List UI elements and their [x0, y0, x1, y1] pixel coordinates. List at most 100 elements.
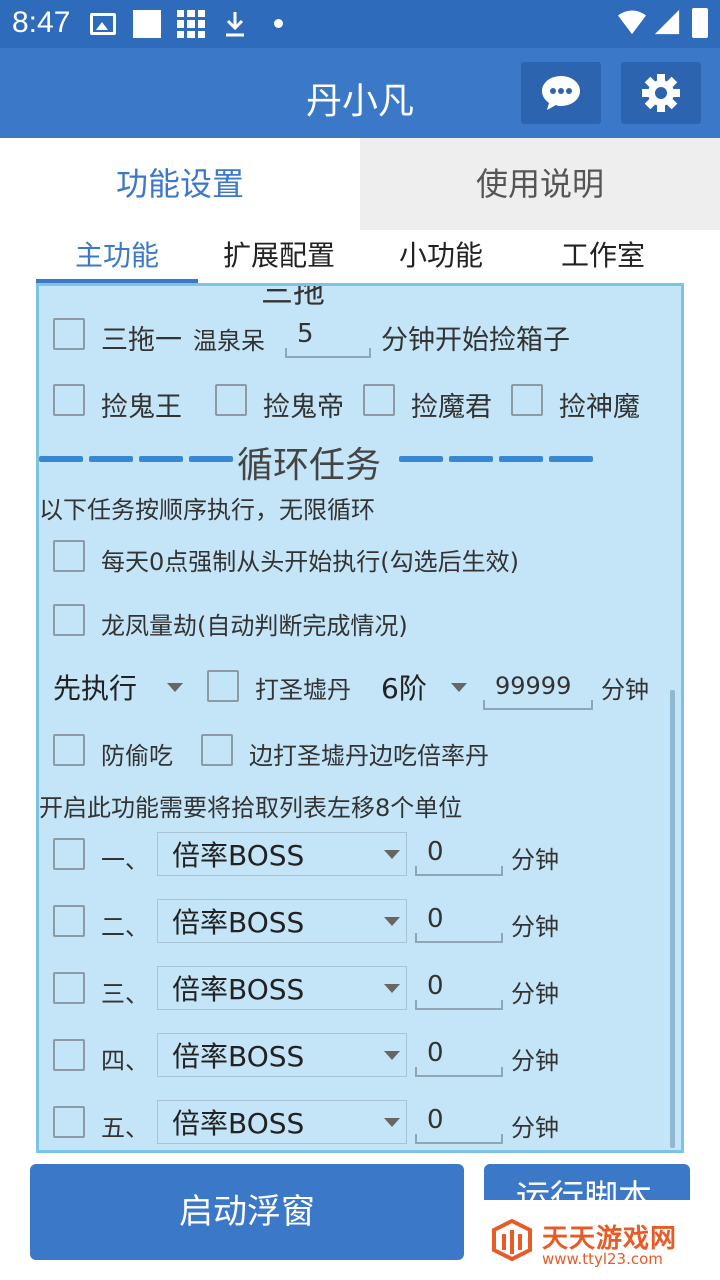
holy-ruins-level-dropdown[interactable]: 6阶 — [367, 664, 473, 710]
dropdown-arrow-icon — [167, 683, 183, 692]
task-4-index: 四、 — [101, 1047, 149, 1075]
settings-button[interactable] — [621, 62, 701, 124]
daily-reset-label: 每天0点强制从头开始执行(勾选后生效) — [101, 548, 519, 576]
task-2-minutes-input[interactable]: 0 — [415, 899, 503, 943]
task-2-selected: 倍率BOSS — [172, 906, 305, 939]
dropdown-arrow-icon — [384, 984, 400, 993]
top-tab-bar: 功能设置 使用说明 — [0, 138, 720, 230]
task-5-selected: 倍率BOSS — [172, 1107, 305, 1140]
pick-god-demon-label: 捡神魔 — [559, 392, 640, 423]
task-5-index: 五、 — [101, 1114, 149, 1142]
task-2-dropdown[interactable]: 倍率BOSS — [157, 899, 407, 943]
pick-ghost-emperor-label: 捡鬼帝 — [263, 392, 344, 423]
eat-multiplier-checkbox[interactable] — [201, 734, 233, 766]
task-3-checkbox[interactable] — [53, 972, 85, 1004]
status-time: 8:47 — [12, 6, 71, 39]
settings-panel[interactable]: 三拖 三拖一 温泉呆 5 分钟开始捡箱子 捡鬼王 捡鬼帝 捡魔君 捡神魔 循环任… — [36, 283, 684, 1153]
start-float-window-button[interactable]: 启动浮窗 — [30, 1164, 464, 1260]
pick-ghost-emperor-checkbox[interactable] — [215, 384, 247, 416]
task-1-selected: 倍率BOSS — [172, 839, 305, 872]
chat-button[interactable] — [521, 62, 601, 124]
notification-dot-icon — [274, 19, 283, 28]
holy-ruins-minutes-input[interactable]: 99999 — [483, 666, 593, 710]
status-bar: 8:47 — [0, 0, 720, 48]
wifi-icon — [618, 10, 646, 35]
watermark-logo-icon — [492, 1218, 532, 1262]
pick-ghost-king-label: 捡鬼王 — [101, 392, 182, 423]
three-drag-suffix: 分钟开始捡箱子 — [381, 325, 570, 356]
task-4-selected: 倍率BOSS — [172, 1040, 305, 1073]
subtab-studio[interactable]: 工作室 — [522, 232, 684, 284]
three-drag-checkbox[interactable] — [53, 318, 85, 350]
battery-icon — [692, 8, 708, 38]
loop-task-heading: 循环任务 — [237, 445, 382, 486]
three-drag-label: 三拖一 — [101, 325, 182, 356]
subtab-extended-config[interactable]: 扩展配置 — [198, 232, 360, 284]
task-1-minutes-input[interactable]: 0 — [415, 832, 503, 876]
task-1-checkbox[interactable] — [53, 838, 85, 870]
loop-note: 以下任务按顺序执行，无限循环 — [39, 496, 375, 524]
dragon-phoenix-label: 龙凤量劫(自动判断完成情况) — [101, 612, 408, 640]
dropdown-arrow-icon — [384, 850, 400, 859]
task-1-index: 一、 — [101, 846, 149, 874]
task-3-unit: 分钟 — [511, 980, 559, 1008]
shift-note: 开启此功能需要将拾取列表左移8个单位 — [39, 794, 463, 822]
task-2-unit: 分钟 — [511, 913, 559, 941]
anti-steal-checkbox[interactable] — [53, 734, 85, 766]
subtab-small-functions[interactable]: 小功能 — [360, 232, 522, 284]
task-1-unit: 分钟 — [511, 846, 559, 874]
holy-ruins-unit: 分钟 — [601, 676, 649, 704]
task-4-minutes-input[interactable]: 0 — [415, 1033, 503, 1077]
task-3-index: 三、 — [101, 980, 149, 1008]
subtab-main-function[interactable]: 主功能 — [36, 232, 198, 284]
eat-multiplier-label: 边打圣墟丹边吃倍率丹 — [249, 742, 489, 770]
pick-demon-lord-checkbox[interactable] — [363, 384, 395, 416]
anti-steal-label: 防偷吃 — [101, 742, 173, 770]
dropdown-arrow-icon — [384, 917, 400, 926]
tab-feature-settings[interactable]: 功能设置 — [0, 138, 360, 230]
holy-ruins-checkbox[interactable] — [207, 670, 239, 702]
task-5-checkbox[interactable] — [53, 1106, 85, 1138]
task-3-minutes-input[interactable]: 0 — [415, 966, 503, 1010]
three-drag-minutes-input[interactable]: 5 — [285, 314, 371, 358]
pick-ghost-king-checkbox[interactable] — [53, 384, 85, 416]
dropdown-arrow-icon — [451, 683, 467, 692]
task-5-unit: 分钟 — [511, 1114, 559, 1142]
task-3-dropdown[interactable]: 倍率BOSS — [157, 966, 407, 1010]
settings-scroll-content: 三拖 三拖一 温泉呆 5 分钟开始捡箱子 捡鬼王 捡鬼帝 捡魔君 捡神魔 循环任… — [39, 286, 681, 1150]
watermark-url: www.ttyl23.com — [542, 1250, 663, 1268]
pick-demon-lord-label: 捡魔君 — [411, 392, 492, 423]
daily-reset-checkbox[interactable] — [53, 540, 85, 572]
app-bar: 丹小凡 — [0, 48, 720, 138]
image-notification-icon — [90, 13, 116, 35]
sub-tab-bar: 主功能 扩展配置 小功能 工作室 — [36, 232, 684, 284]
task-4-dropdown[interactable]: 倍率BOSS — [157, 1033, 407, 1077]
dragon-phoenix-checkbox[interactable] — [53, 604, 85, 636]
square-notification-icon — [133, 10, 161, 38]
hot-spring-label: 温泉呆 — [193, 327, 265, 355]
signal-icon — [654, 9, 680, 35]
task-2-checkbox[interactable] — [53, 905, 85, 937]
task-3-selected: 倍率BOSS — [172, 973, 305, 1006]
holy-ruins-label: 打圣墟丹 — [255, 676, 351, 704]
panel-scrollbar[interactable] — [670, 690, 675, 1148]
app-title: 丹小凡 — [305, 81, 414, 122]
execute-order-dropdown[interactable]: 先执行 — [39, 664, 189, 710]
task-4-unit: 分钟 — [511, 1047, 559, 1075]
pick-god-demon-checkbox[interactable] — [511, 384, 543, 416]
tab-usage-instructions[interactable]: 使用说明 — [360, 138, 720, 230]
dropdown-arrow-icon — [384, 1118, 400, 1127]
download-icon — [226, 12, 244, 37]
task-2-index: 二、 — [101, 913, 149, 941]
clipped-section-heading: 三拖 — [261, 283, 326, 310]
task-4-checkbox[interactable] — [53, 1039, 85, 1071]
heading-dashes-left — [39, 456, 239, 462]
execute-order-value: 先执行 — [53, 672, 138, 705]
task-1-dropdown[interactable]: 倍率BOSS — [157, 832, 407, 876]
task-5-dropdown[interactable]: 倍率BOSS — [157, 1100, 407, 1144]
gear-icon — [642, 74, 680, 112]
task-5-minutes-input[interactable]: 0 — [415, 1100, 503, 1144]
grid-notification-icon — [177, 10, 205, 38]
dropdown-arrow-icon — [384, 1051, 400, 1060]
heading-dashes-right — [399, 456, 599, 462]
